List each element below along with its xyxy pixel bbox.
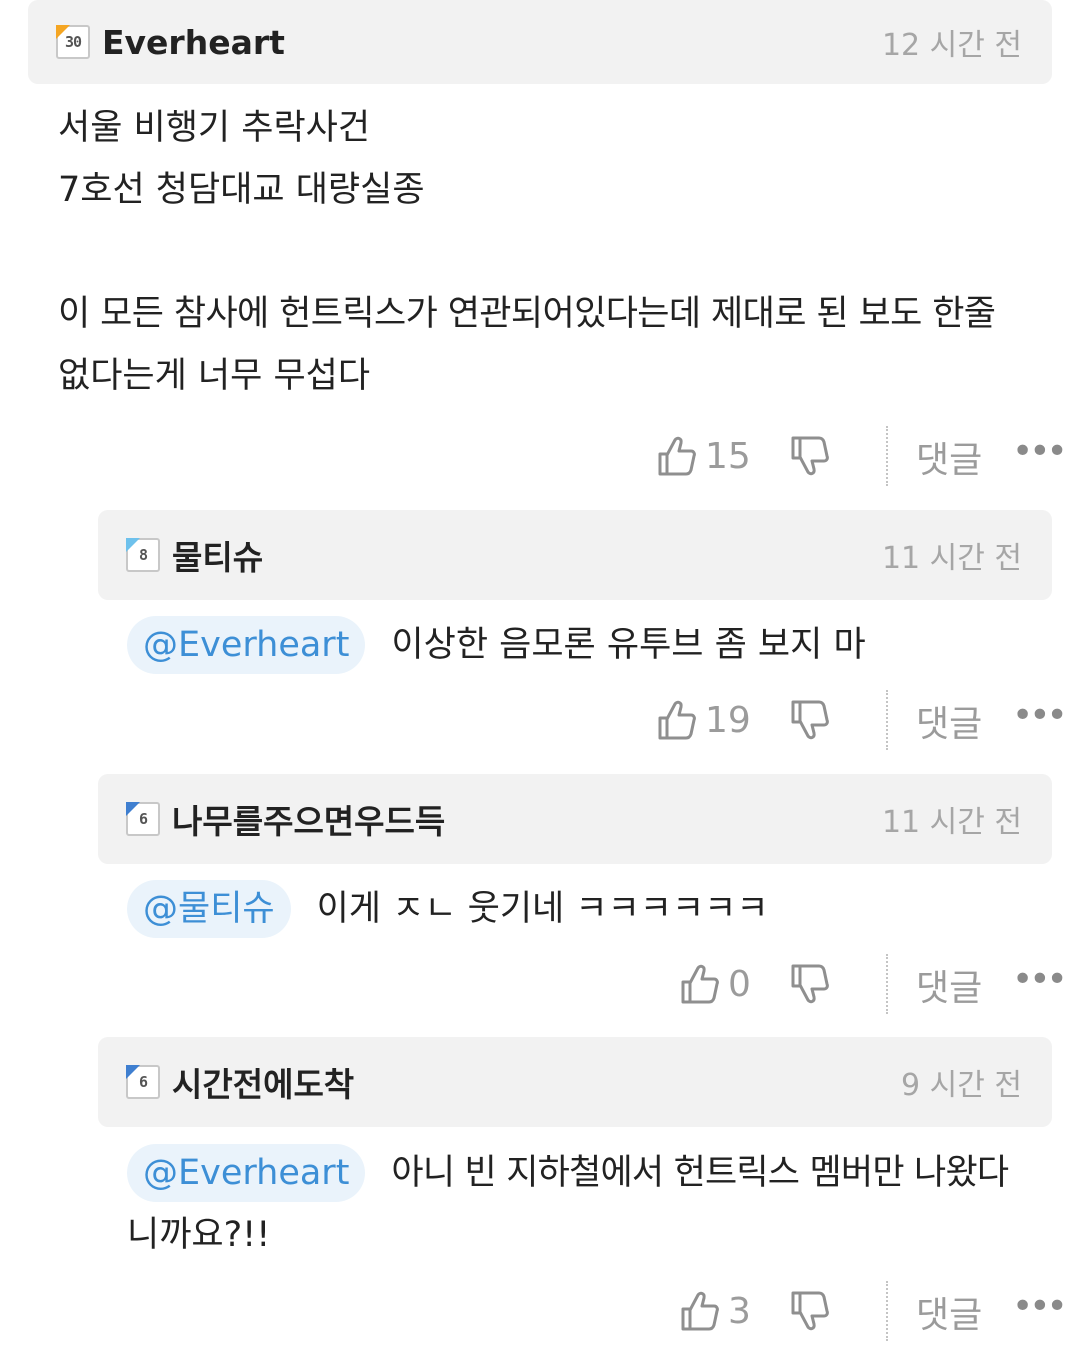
comment-line: 니까요?!! bbox=[127, 1215, 271, 1255]
reply-button[interactable]: 댓글 bbox=[916, 1286, 982, 1338]
divider bbox=[886, 954, 888, 1014]
username[interactable]: Everheart bbox=[102, 23, 285, 62]
like-count: 15 bbox=[705, 435, 751, 477]
comment-line: 서울 비행기 추락사건 bbox=[58, 108, 371, 148]
dislike-button[interactable] bbox=[790, 963, 830, 1005]
comment-header: 6 나무를주으면우드득 11 시간 전 bbox=[98, 774, 1052, 864]
level-badge-icon: 6 bbox=[126, 1065, 160, 1099]
like-count: 3 bbox=[728, 1290, 751, 1332]
level-badge-icon: 30 bbox=[56, 25, 90, 59]
comment-text: @Everheart 이상한 음모론 유투브 좀 보지 마 bbox=[127, 614, 1057, 676]
like-button[interactable]: 19 bbox=[657, 699, 751, 741]
more-dots-icon[interactable]: ••• bbox=[1012, 1286, 1068, 1327]
comment-header: 30 Everheart 12 시간 전 bbox=[28, 0, 1052, 84]
level-badge-icon: 6 bbox=[126, 802, 160, 836]
thumbs-up-icon bbox=[680, 1290, 720, 1332]
like-count: 19 bbox=[705, 699, 751, 741]
mention-tag[interactable]: @Everheart bbox=[127, 1144, 366, 1202]
comment-line: 이게 ㅈㄴ 웃기네 ㅋㅋㅋㅋㅋㅋ bbox=[316, 889, 769, 929]
comment-line: 없다는게 너무 무섭다 bbox=[58, 356, 371, 396]
reply-button[interactable]: 댓글 bbox=[916, 695, 982, 747]
thumbs-up-icon bbox=[657, 435, 697, 477]
thumbs-up-icon bbox=[680, 963, 720, 1005]
timestamp: 11 시간 전 bbox=[881, 805, 1022, 840]
reply-button[interactable]: 댓글 bbox=[916, 431, 982, 483]
username[interactable]: 물티슈 bbox=[172, 531, 263, 579]
like-button[interactable]: 15 bbox=[657, 435, 751, 477]
more-dots-icon[interactable]: ••• bbox=[1012, 695, 1068, 736]
thumbs-up-icon bbox=[657, 699, 697, 741]
comment-line: 7호선 청담대교 대량실종 bbox=[58, 170, 425, 210]
dislike-button[interactable] bbox=[790, 435, 830, 477]
divider bbox=[886, 690, 888, 750]
reply-button[interactable]: 댓글 bbox=[916, 959, 982, 1011]
like-count: 0 bbox=[728, 963, 751, 1005]
comment-actions: 3 댓글 ••• bbox=[0, 1281, 1080, 1341]
username[interactable]: 시간전에도착 bbox=[172, 1058, 354, 1106]
comment-actions: 19 댓글 ••• bbox=[0, 690, 1080, 750]
divider bbox=[886, 1281, 888, 1341]
level-badge-icon: 8 bbox=[126, 538, 160, 572]
mention-tag[interactable]: @Everheart bbox=[127, 616, 366, 674]
thumbs-down-icon bbox=[790, 435, 830, 477]
thumbs-down-icon bbox=[790, 1290, 830, 1332]
timestamp: 12 시간 전 bbox=[881, 28, 1022, 63]
comment-text: 서울 비행기 추락사건 7호선 청담대교 대량실종 이 모든 참사에 헌트릭스가… bbox=[58, 97, 1068, 407]
mention-tag[interactable]: @물티슈 bbox=[127, 880, 291, 938]
more-dots-icon[interactable]: ••• bbox=[1012, 431, 1068, 472]
comment-actions: 0 댓글 ••• bbox=[0, 954, 1080, 1014]
divider bbox=[886, 426, 888, 486]
more-dots-icon[interactable]: ••• bbox=[1012, 959, 1068, 1000]
username[interactable]: 나무를주으면우드득 bbox=[172, 795, 445, 843]
like-button[interactable]: 3 bbox=[680, 1290, 751, 1332]
comment-line: 아니 빈 지하철에서 헌트릭스 멤버만 나왔다 bbox=[391, 1153, 1009, 1193]
comment-actions: 15 댓글 ••• bbox=[0, 426, 1080, 486]
thumbs-down-icon bbox=[790, 963, 830, 1005]
like-button[interactable]: 0 bbox=[680, 963, 751, 1005]
comment-text: @Everheart 아니 빈 지하철에서 헌트릭스 멤버만 나왔다 니까요?!! bbox=[127, 1142, 1057, 1266]
timestamp: 9 시간 전 bbox=[901, 1068, 1022, 1103]
comment-text: @물티슈 이게 ㅈㄴ 웃기네 ㅋㅋㅋㅋㅋㅋ bbox=[127, 878, 1057, 940]
dislike-button[interactable] bbox=[790, 699, 830, 741]
comment-header: 6 시간전에도착 9 시간 전 bbox=[98, 1037, 1052, 1127]
comment-header: 8 물티슈 11 시간 전 bbox=[98, 510, 1052, 600]
dislike-button[interactable] bbox=[790, 1290, 830, 1332]
comment-line: 이상한 음모론 유투브 좀 보지 마 bbox=[391, 625, 866, 665]
thumbs-down-icon bbox=[790, 699, 830, 741]
timestamp: 11 시간 전 bbox=[881, 541, 1022, 576]
comment-line: 이 모든 참사에 헌트릭스가 연관되어있다는데 제대로 된 보도 한줄 bbox=[58, 294, 996, 334]
